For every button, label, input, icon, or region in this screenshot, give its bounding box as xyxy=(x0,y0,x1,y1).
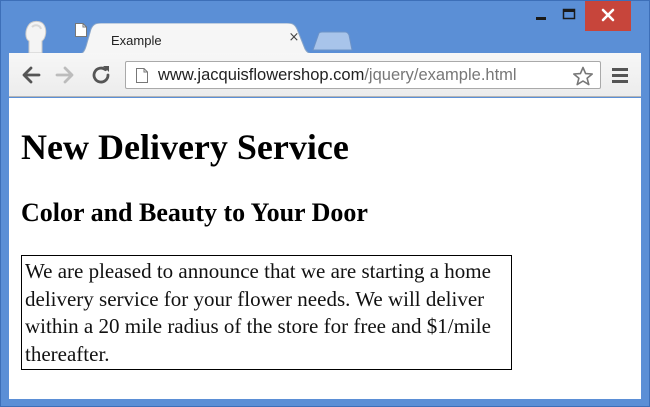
window-close-icon xyxy=(601,8,615,22)
close-icon[interactable]: × xyxy=(287,31,301,45)
star-icon[interactable] xyxy=(572,66,594,86)
url-path: /jquery/example.html xyxy=(364,66,517,84)
title-bar: Example × xyxy=(1,1,649,55)
url-host: www.jacquisflowershop.com xyxy=(158,66,365,84)
tab-example[interactable]: Example × xyxy=(75,23,319,55)
browser-toolbar: www.jacquisflowershop.com/jquery/example… xyxy=(9,53,641,97)
profile-icon[interactable] xyxy=(23,19,49,53)
announcement-paragraph: We are pleased to announce that we are s… xyxy=(21,255,512,370)
window-close-button[interactable] xyxy=(585,1,631,31)
reload-icon[interactable] xyxy=(89,63,113,87)
back-icon[interactable] xyxy=(19,63,43,87)
page-icon xyxy=(75,23,87,37)
address-bar[interactable]: www.jacquisflowershop.com/jquery/example… xyxy=(125,61,601,89)
tab-title: Example xyxy=(111,33,162,48)
forward-icon[interactable] xyxy=(53,63,77,87)
url-text[interactable]: www.jacquisflowershop.com/jquery/example… xyxy=(158,66,517,85)
browser-window: Example × www.jacquisflowershop.com/jque… xyxy=(0,0,650,407)
new-tab-icon[interactable] xyxy=(311,31,353,51)
page-viewport: New Delivery Service Color and Beauty to… xyxy=(9,98,641,399)
page-heading: New Delivery Service xyxy=(21,127,349,167)
maximize-button[interactable] xyxy=(556,1,582,31)
maximize-icon xyxy=(562,8,576,20)
minimize-icon xyxy=(536,17,546,20)
menu-icon[interactable] xyxy=(611,65,629,85)
page-subheading: Color and Beauty to Your Door xyxy=(21,198,368,227)
page-icon xyxy=(136,68,148,83)
minimize-button[interactable] xyxy=(528,1,554,31)
